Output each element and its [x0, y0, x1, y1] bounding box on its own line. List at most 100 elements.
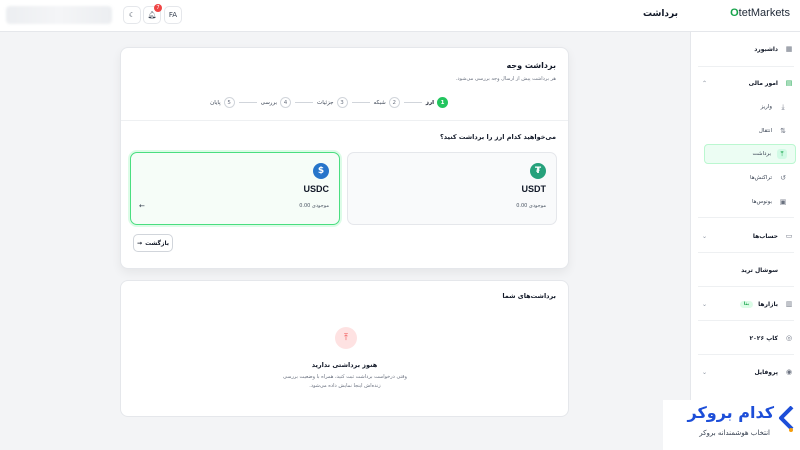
user-info-blurred[interactable] [6, 6, 112, 24]
cup-icon: ◎ [785, 334, 793, 342]
top-bar: ☾ 🔔︎ 7 FA برداشت OtetMarkets [0, 0, 800, 32]
withdraw-icon: ⤒ [335, 327, 357, 349]
step-number: 2 [388, 97, 400, 108]
moon-icon: ☾ [128, 11, 136, 19]
arrow-left-icon: ← [139, 202, 145, 210]
sidebar-item-transactions[interactable]: ↺ تراکنش‌ها [696, 168, 796, 188]
logo-text-main: tet [738, 7, 751, 19]
sidebar-item-profile[interactable]: ◉ پروفایل ⌄ [696, 362, 796, 382]
sidebar-item-bonuses[interactable]: ▣ بونوس‌ها [696, 192, 796, 212]
page-title: برداشت [642, 9, 678, 19]
sidebar-item-withdraw[interactable]: ⤒ برداشت [704, 144, 796, 164]
history-icon: ↺ [780, 174, 786, 182]
kodambroker-logo-icon [779, 406, 794, 432]
divider [698, 217, 794, 218]
sidebar-item-label: امور مالی [748, 79, 778, 87]
card-title: برداشت وجه [506, 61, 556, 70]
chevron-up-icon: ⌃ [702, 79, 708, 87]
sidebar-item-label: انتقال [758, 128, 772, 134]
finance-icon: ▤ [785, 79, 793, 87]
chart-icon: ▥ [785, 300, 793, 308]
divider [698, 252, 794, 253]
watermark-title: کدام بروکر [687, 403, 775, 422]
divider [698, 320, 794, 321]
sidebar-item-label: سوشال ترید [741, 266, 778, 274]
chevron-down-icon: ⌄ [702, 368, 708, 376]
chevron-down-icon: ⌄ [702, 300, 708, 308]
sidebar-item-label: بونوس‌ها [751, 199, 772, 205]
step-connector [295, 102, 314, 103]
sidebar-item-label: پروفایل [754, 368, 778, 376]
transfer-icon: ⇅ [780, 127, 786, 135]
asset-option-usdc[interactable]: $ USDC موجودی 0.00 ← [130, 152, 340, 225]
profile-icon: ◉ [785, 368, 793, 376]
back-button[interactable]: بازگشت → [133, 234, 173, 252]
step-review: 4 بررسی [260, 97, 292, 108]
divider [698, 66, 794, 67]
logo-mark: O [730, 7, 739, 19]
beta-badge: بتا [739, 300, 754, 308]
step-currency: 1 ارز [426, 97, 448, 108]
step-label: بررسی [260, 99, 278, 106]
chevron-down-icon: ⌄ [702, 232, 708, 240]
brand-logo[interactable]: OtetMarkets [730, 7, 790, 19]
step-connector [351, 102, 370, 103]
empty-state-line: وقتی درخواست برداشت ثبت کنید، همراه با و… [283, 374, 407, 380]
usdt-icon: ₮ [530, 163, 546, 179]
sidebar-item-accounts[interactable]: ▭ حساب‌ها ⌄ [696, 226, 796, 246]
step-connector [403, 102, 422, 103]
empty-state-description: وقتی درخواست برداشت ثبت کنید، همراه با و… [270, 373, 420, 391]
asset-balance: موجودی 0.00 [299, 203, 329, 209]
asset-name: USDC [303, 184, 329, 194]
divider [121, 120, 568, 121]
notifications-button[interactable]: 🔔︎ 7 [143, 4, 162, 24]
step-connector [238, 102, 257, 103]
withdrawals-history-card: برداشت‌های شما ⤒ هنوز برداشتی ندارید وقت… [120, 280, 569, 417]
bell-icon: 🔔︎ [147, 11, 157, 19]
withdraw-icon: ⤒ [777, 149, 787, 159]
withdraw-card: برداشت وجه هر برداشت پیش از ارسال وجه بر… [120, 47, 569, 269]
sidebar-item-label: کاپ ۲۰۲۶ [749, 334, 778, 342]
gift-icon: ▣ [779, 198, 787, 206]
theme-toggle-button[interactable]: ☾ [123, 6, 141, 24]
sidebar-item-finance[interactable]: ▤ امور مالی ⌃ [696, 73, 796, 93]
step-label: ارز [425, 99, 434, 106]
step-number: 1 [437, 97, 448, 108]
sidebar-item-social-trade[interactable]: سوشال ترید [696, 260, 796, 280]
empty-state-title: هنوز برداشتی ندارید [311, 361, 378, 369]
history-title: برداشت‌های شما [502, 292, 556, 300]
wallet-icon: ▭ [785, 232, 793, 240]
sidebar-item-label: بازارها [758, 300, 778, 308]
sidebar-item-cup[interactable]: ◎ کاپ ۲۰۲۶ [696, 328, 796, 348]
download-icon: ⤓ [781, 102, 785, 111]
sidebar-item-label: برداشت [752, 151, 771, 157]
sidebar-item-deposit[interactable]: ⤓ واریز [696, 97, 796, 117]
divider [698, 286, 794, 287]
currency-question: می‌خواهید کدام ارز را برداشت کنید؟ [440, 133, 556, 141]
step-number: 3 [336, 97, 348, 108]
sidebar-item-label: داشبورد [754, 45, 778, 53]
step-label: جزئیات [317, 99, 334, 106]
asset-option-usdt[interactable]: ₮ USDT موجودی 0.00 [347, 152, 557, 225]
step-number: 5 [223, 97, 235, 108]
stepper: 1 ارز 2 شبکه 3 جزئیات 4 بررسی 5 پایان [210, 97, 448, 108]
arrow-right-icon: → [137, 239, 143, 247]
step-label: شبکه [373, 99, 386, 106]
sidebar-item-transfer[interactable]: ⇅ انتقال [696, 121, 796, 141]
notification-badge: 7 [154, 4, 162, 12]
sidebar-item-label: واریز [760, 104, 772, 110]
sidebar-item-label: تراکنش‌ها [750, 175, 772, 181]
back-button-label: بازگشت [145, 239, 169, 247]
language-button[interactable]: FA [164, 6, 182, 24]
sidebar: ▦ داشبورد ▤ امور مالی ⌃ ⤓ واریز ⇅ انتقال… [690, 32, 800, 450]
step-network: 2 شبکه [374, 97, 400, 108]
card-subtitle: هر برداشت پیش از ارسال وجه بررسی می‌شود. [455, 76, 556, 82]
asset-balance: موجودی 0.00 [516, 203, 546, 209]
watermark-subtitle: انتخاب هوشمندانه بروکر [699, 429, 770, 437]
asset-name: USDT [521, 184, 547, 194]
language-label: FA [168, 11, 178, 19]
step-label: پایان [210, 99, 221, 106]
watermark: کدام بروکر انتخاب هوشمندانه بروکر [663, 400, 800, 450]
sidebar-item-dashboard[interactable]: ▦ داشبورد [696, 39, 796, 59]
sidebar-item-markets[interactable]: ▥ بازارها بتا ⌄ [696, 294, 796, 314]
